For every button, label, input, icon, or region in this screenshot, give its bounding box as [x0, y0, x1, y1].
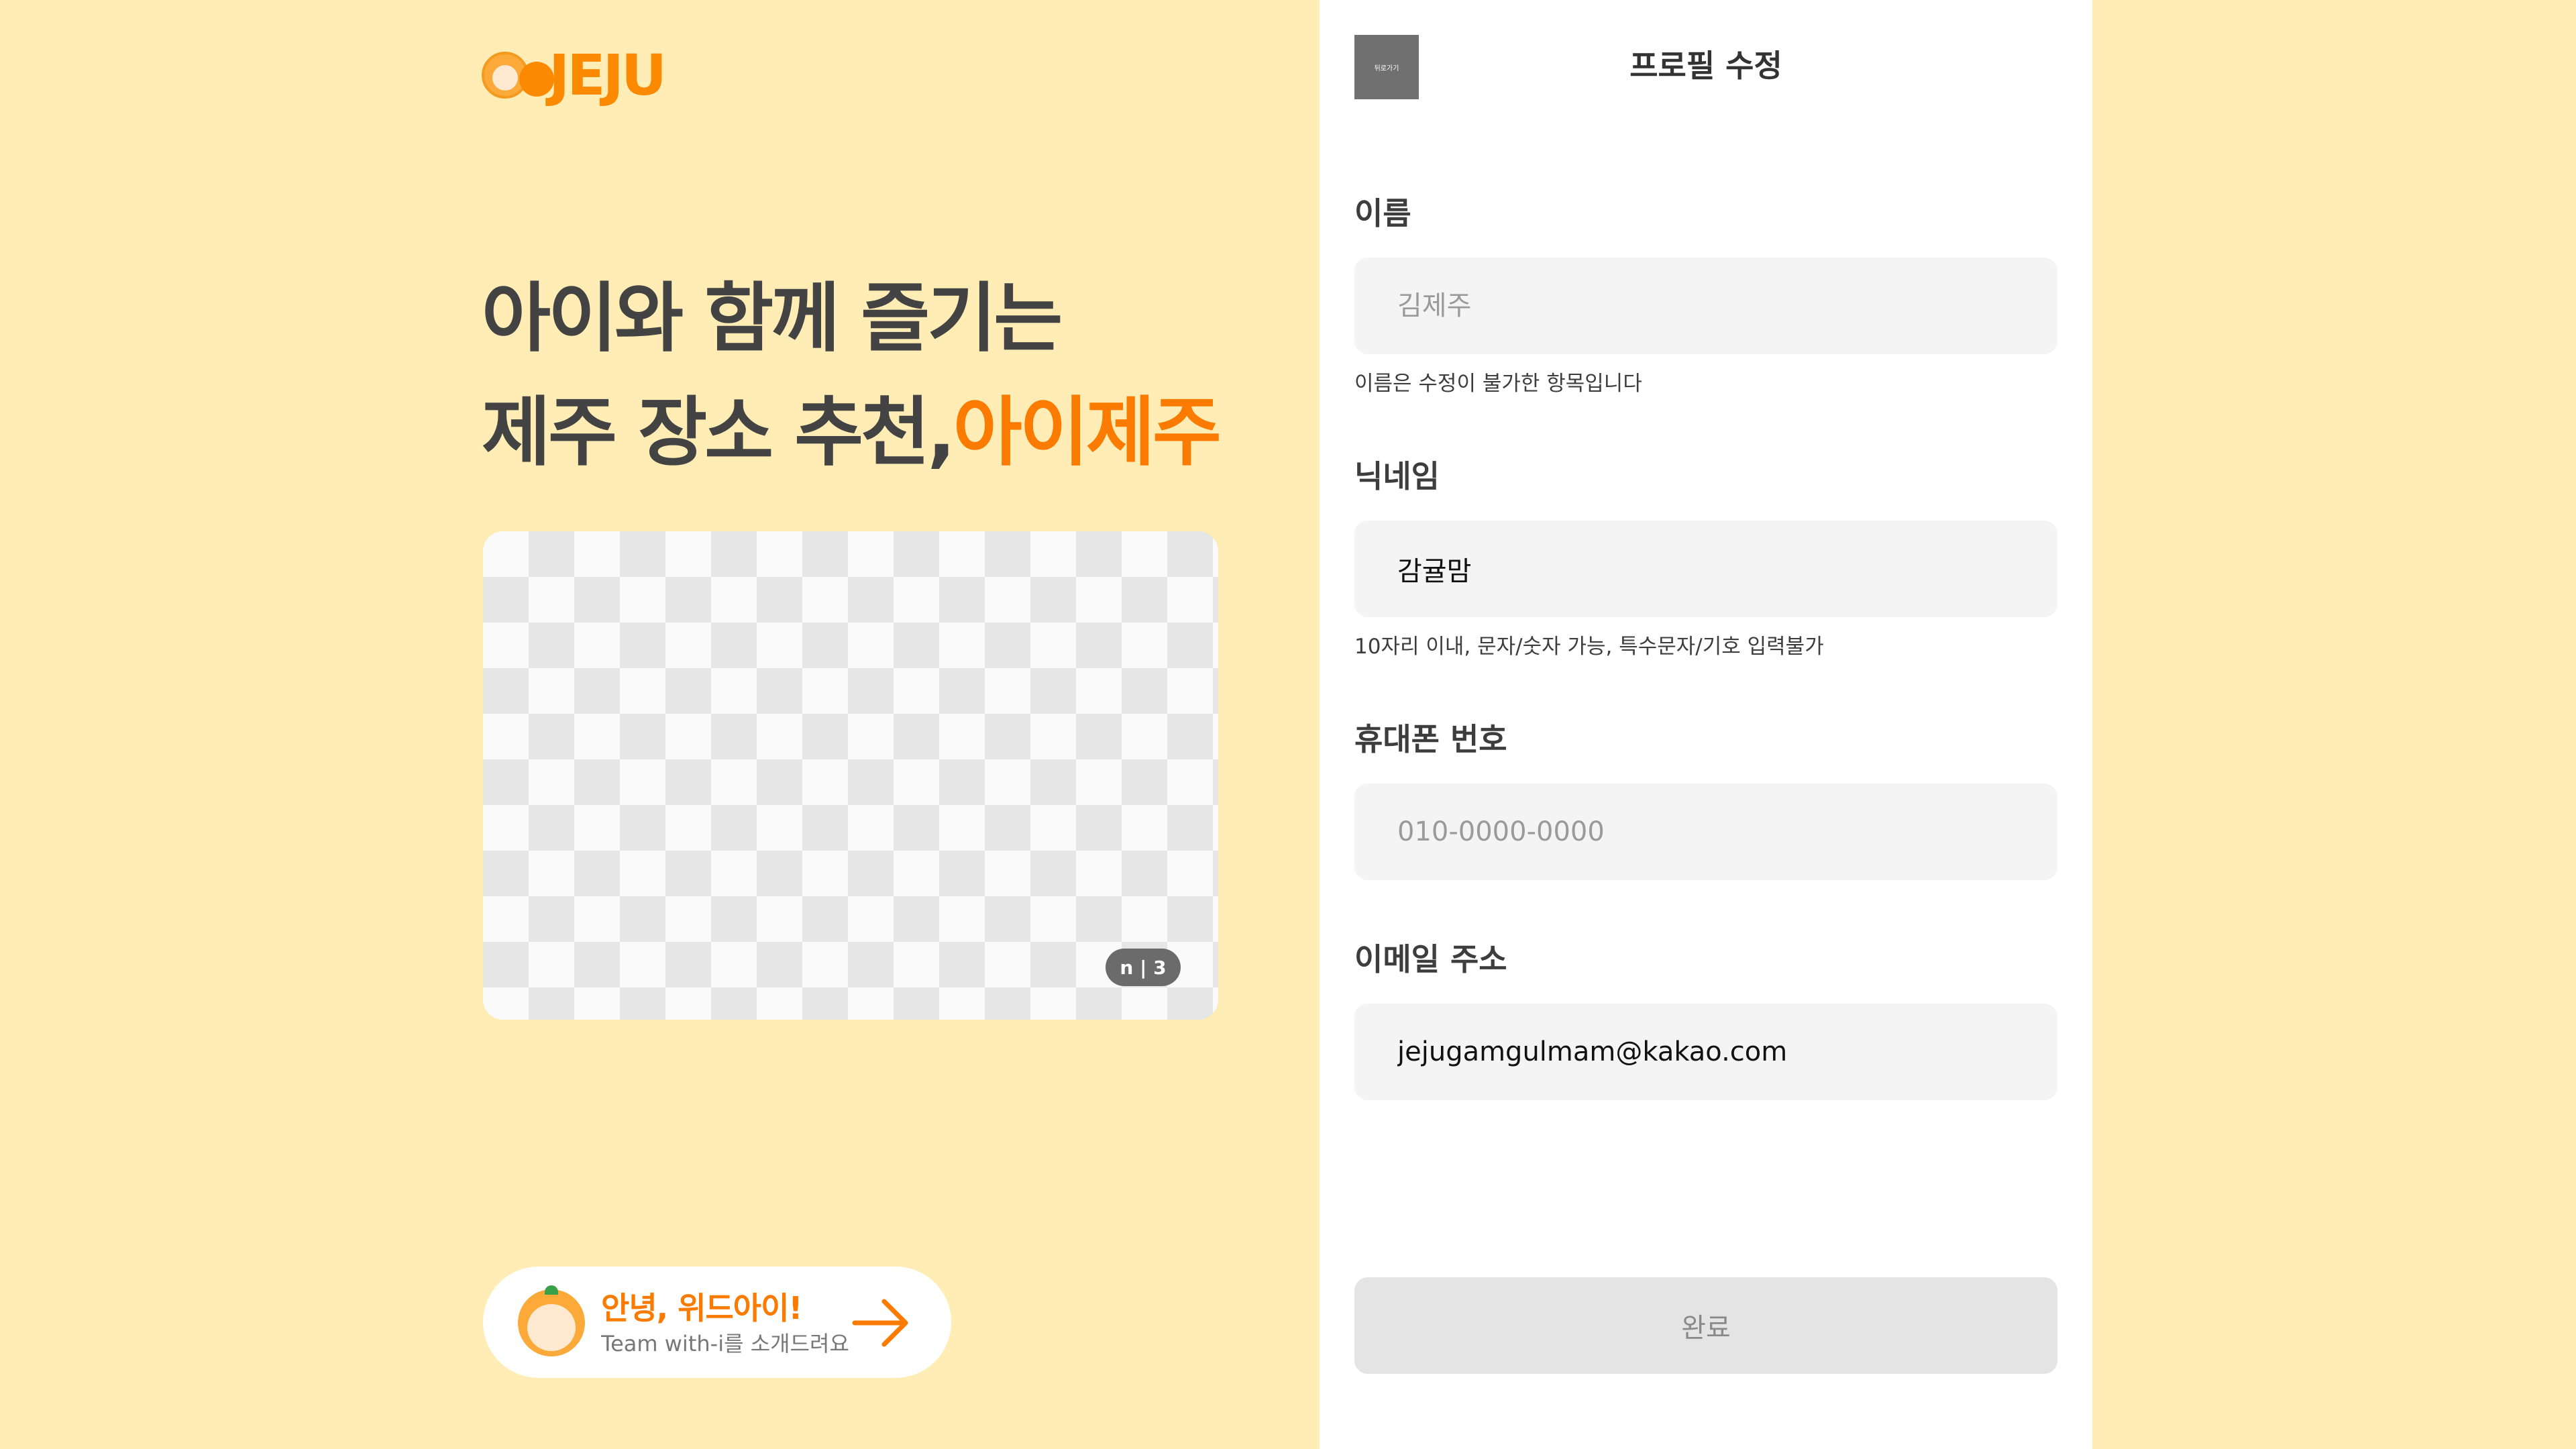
image-carousel[interactable]: n | 3 [483, 531, 1218, 1020]
hero-brand-accent: 아이제주 [953, 389, 1222, 476]
submit-button[interactable]: 완료 [1354, 1277, 2057, 1374]
brand-logo[interactable]: JEJU [482, 42, 667, 108]
hero-line-2-main: 제주 장소 추천, [482, 389, 956, 476]
profile-edit-panel: 뒤로가기 프로필 수정 이름 이름은 수정이 불가한 항목입니다 닉네임 10자… [1320, 0, 2092, 1449]
email-label: 이메일 주소 [1354, 941, 1507, 977]
name-hint: 이름은 수정이 불가한 항목입니다 [1354, 372, 1642, 396]
phone-label: 휴대폰 번호 [1354, 721, 1507, 757]
hero-headline: 아이와 함께 즐기는 제주 장소 추천,아이제주 [482, 262, 1222, 490]
promo-title: 안녕, 위드아이! [601, 1290, 802, 1326]
name-field[interactable] [1354, 258, 2057, 354]
promo-subtitle: Team with-i를 소개드려요 [601, 1331, 849, 1356]
arrow-right-icon [852, 1299, 908, 1347]
hero-line-1: 아이와 함께 즐기는 [482, 275, 1063, 362]
page-title: 프로필 수정 [1629, 48, 1782, 84]
logo-text: JEJU [549, 42, 667, 108]
name-label: 이름 [1354, 195, 1411, 231]
email-field[interactable] [1354, 1004, 2057, 1100]
orange-icon [519, 62, 554, 97]
nickname-label: 닉네임 [1354, 458, 1440, 494]
carousel-pager: n | 3 [1106, 949, 1181, 986]
hero-line-2: 제주 장소 추천,아이제주 [482, 376, 1222, 490]
phone-field[interactable] [1354, 784, 2057, 880]
mascot-avatar-icon [518, 1285, 585, 1356]
team-intro-button[interactable]: 안녕, 위드아이! Team with-i를 소개드려요 [483, 1267, 951, 1378]
nickname-hint: 10자리 이내, 문자/숫자 가능, 특수문자/기호 입력불가 [1354, 635, 1824, 659]
landing-area: JEJU 아이와 함께 즐기는 제주 장소 추천,아이제주 n | 3 안녕, … [0, 0, 1320, 1449]
nickname-field[interactable] [1354, 521, 2057, 617]
